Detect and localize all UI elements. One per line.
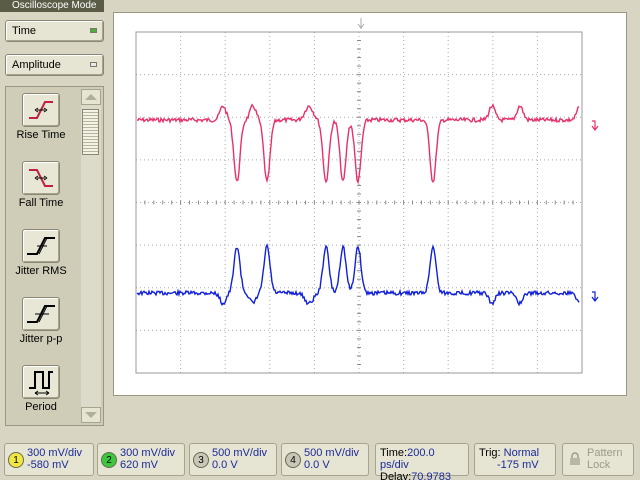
jitter-rms-icon	[22, 229, 60, 263]
timebase-settings[interactable]: Time:200.0 ps/div Delay:70.9783 ns	[375, 443, 469, 480]
rise-time-button[interactable]: Rise Time	[6, 93, 76, 141]
channel-2-offset: 620 mV	[120, 459, 158, 471]
scroll-thumb[interactable]	[82, 109, 99, 155]
channel-1-settings[interactable]: 1 300 mV/div -580 mV	[4, 443, 94, 476]
measurement-toolbar: Rise Time Fall Time Jitter RMS Jitter p-…	[5, 86, 104, 426]
rise-time-icon	[22, 93, 60, 127]
channel-1-offset: -580 mV	[27, 459, 69, 471]
channel-4-scale: 500 mV/div	[304, 447, 360, 459]
amplitude-button[interactable]: Amplitude	[5, 54, 104, 76]
status-bar: 1 300 mV/div -580 mV 2 300 mV/div 620 mV…	[0, 440, 640, 480]
trigger-mode: Normal	[503, 447, 540, 459]
fall-time-button[interactable]: Fall Time	[6, 161, 76, 209]
amplitude-button-label: Amplitude	[12, 59, 61, 71]
period-button[interactable]: Period	[6, 365, 76, 413]
channel-2-scale: 300 mV/div	[120, 447, 176, 459]
channel-1-trace	[136, 102, 580, 185]
jitter-rms-button[interactable]: Jitter RMS	[6, 229, 76, 277]
graticule	[135, 18, 599, 374]
time-button[interactable]: Time	[5, 20, 104, 42]
channel-2-badge: 2	[101, 452, 117, 468]
pattern-lock-button[interactable]: Pattern Lock	[562, 443, 634, 476]
jitter-pp-icon	[22, 297, 60, 331]
trigger-level: -175 mV	[497, 459, 539, 471]
channel-1-scale: 300 mV/div	[27, 447, 83, 459]
window-title: Oscilloscope Mode	[0, 0, 104, 12]
channel-2-settings[interactable]: 2 300 mV/div 620 mV	[97, 443, 185, 476]
channel-3-settings[interactable]: 3 500 mV/div 0.0 V	[189, 443, 277, 476]
fall-time-label: Fall Time	[18, 197, 64, 209]
time-indicator-led	[90, 28, 97, 33]
channel-4-settings[interactable]: 4 500 mV/div 0.0 V	[281, 443, 369, 476]
fall-time-icon	[22, 161, 60, 195]
amplitude-indicator-led	[90, 62, 97, 67]
waveform-display[interactable]	[113, 12, 627, 396]
time-label: Time:	[380, 447, 408, 459]
trigger-position-marker-icon	[357, 18, 365, 29]
channel-2-ground-marker-icon	[591, 291, 599, 302]
delay-label: Delay:	[380, 471, 412, 480]
channel-4-offset: 0.0 V	[304, 459, 330, 471]
period-label: Period	[25, 401, 57, 413]
jitter-pp-label: Jitter p-p	[19, 333, 63, 345]
scroll-down-arrow-icon[interactable]	[81, 407, 101, 423]
channel-4-badge: 4	[285, 452, 301, 468]
time-button-label: Time	[12, 25, 37, 37]
channel-1-badge: 1	[8, 452, 24, 468]
rise-time-label: Rise Time	[16, 129, 66, 141]
measurement-scrollbar[interactable]	[81, 89, 101, 423]
pattern-lock-line2: Lock	[587, 459, 611, 471]
channel-3-offset: 0.0 V	[212, 459, 238, 471]
jitter-rms-label: Jitter RMS	[15, 265, 67, 277]
channel-3-badge: 3	[193, 452, 209, 468]
scroll-up-arrow-icon[interactable]	[81, 89, 101, 105]
lock-icon	[570, 452, 580, 465]
trigger-settings[interactable]: Trig: Normal -175 mV	[474, 443, 556, 476]
channel-3-scale: 500 mV/div	[212, 447, 268, 459]
period-icon	[22, 365, 60, 399]
trig-label: Trig:	[479, 447, 501, 459]
pattern-lock-line1: Pattern	[587, 447, 623, 459]
channel-1-ground-marker-icon	[591, 120, 599, 131]
jitter-pp-button[interactable]: Jitter p-p	[6, 297, 76, 345]
